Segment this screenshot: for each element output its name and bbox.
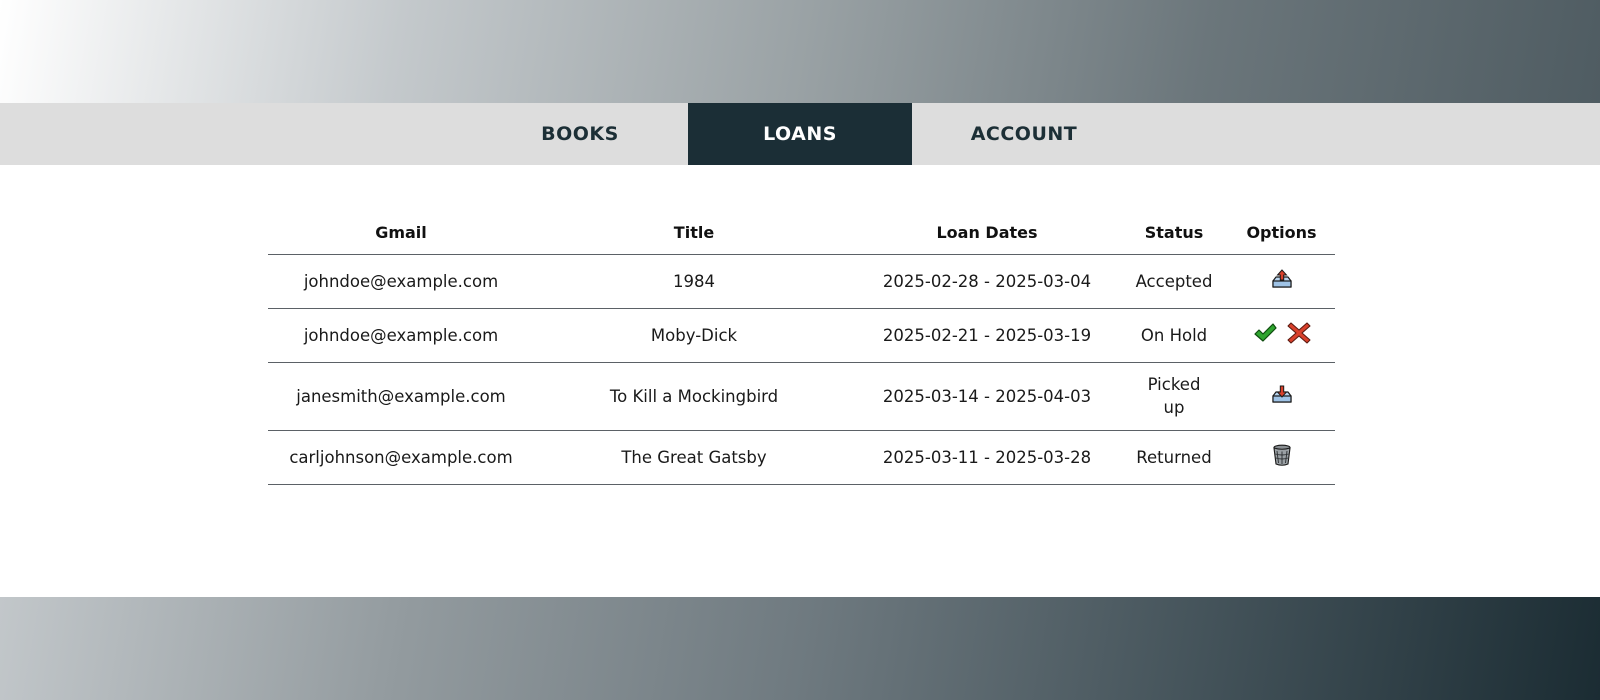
table-row: janesmith@example.com To Kill a Mockingb… <box>268 362 1335 431</box>
cell-title: The Great Gatsby <box>534 430 854 485</box>
table-row: carljohnson@example.com The Great Gatsby… <box>268 430 1335 485</box>
trash-icon[interactable] <box>1270 443 1294 467</box>
tab-account[interactable]: ACCOUNT <box>912 103 1136 165</box>
cell-loan-dates: 2025-03-11 - 2025-03-28 <box>854 430 1120 485</box>
header-title: Title <box>534 212 854 255</box>
status-label: Returned <box>1136 447 1212 467</box>
download-icon[interactable] <box>1270 382 1294 406</box>
cell-loan-dates: 2025-02-21 - 2025-03-19 <box>854 308 1120 363</box>
tab-books[interactable]: BOOKS <box>472 103 688 165</box>
cell-status: Returned <box>1120 430 1228 485</box>
cell-status: On Hold <box>1120 308 1228 363</box>
cell-loan-dates: 2025-02-28 - 2025-03-04 <box>854 254 1120 309</box>
status-label: Picked up <box>1147 375 1201 417</box>
table-row: johndoe@example.com Moby-Dick 2025-02-21… <box>268 308 1335 363</box>
top-banner <box>0 0 1600 103</box>
cell-gmail: johndoe@example.com <box>268 308 534 363</box>
header-status: Status <box>1120 212 1228 255</box>
cell-options <box>1228 362 1335 431</box>
table-row: johndoe@example.com 1984 2025-02-28 - 20… <box>268 254 1335 309</box>
status-label: Accepted <box>1135 271 1213 291</box>
header-gmail: Gmail <box>268 212 534 255</box>
header-loan-dates: Loan Dates <box>854 212 1120 255</box>
main-nav: BOOKS LOANS ACCOUNT <box>0 103 1600 165</box>
cell-loan-dates: 2025-03-14 - 2025-04-03 <box>854 362 1120 431</box>
cell-options <box>1228 308 1335 363</box>
cell-title: Moby-Dick <box>534 308 854 363</box>
cell-options <box>1228 254 1335 309</box>
cell-gmail: janesmith@example.com <box>268 362 534 431</box>
status-label: On Hold <box>1140 325 1208 345</box>
cell-status: Picked up <box>1120 362 1228 431</box>
cell-gmail: carljohnson@example.com <box>268 430 534 485</box>
cell-gmail: johndoe@example.com <box>268 254 534 309</box>
loans-table-container: Gmail Title Loan Dates Status Options jo… <box>268 212 1335 485</box>
cell-status: Accepted <box>1120 254 1228 309</box>
cell-options <box>1228 430 1335 485</box>
checkmark-icon[interactable] <box>1253 321 1277 345</box>
tab-loans[interactable]: LOANS <box>688 103 912 165</box>
table-header-row: Gmail Title Loan Dates Status Options <box>268 212 1335 255</box>
loans-table: Gmail Title Loan Dates Status Options jo… <box>268 212 1335 485</box>
bottom-banner <box>0 597 1600 700</box>
upload-icon[interactable] <box>1270 267 1294 291</box>
cross-icon[interactable] <box>1286 321 1311 345</box>
cell-title: To Kill a Mockingbird <box>534 362 854 431</box>
header-options: Options <box>1228 212 1335 255</box>
cell-title: 1984 <box>534 254 854 309</box>
